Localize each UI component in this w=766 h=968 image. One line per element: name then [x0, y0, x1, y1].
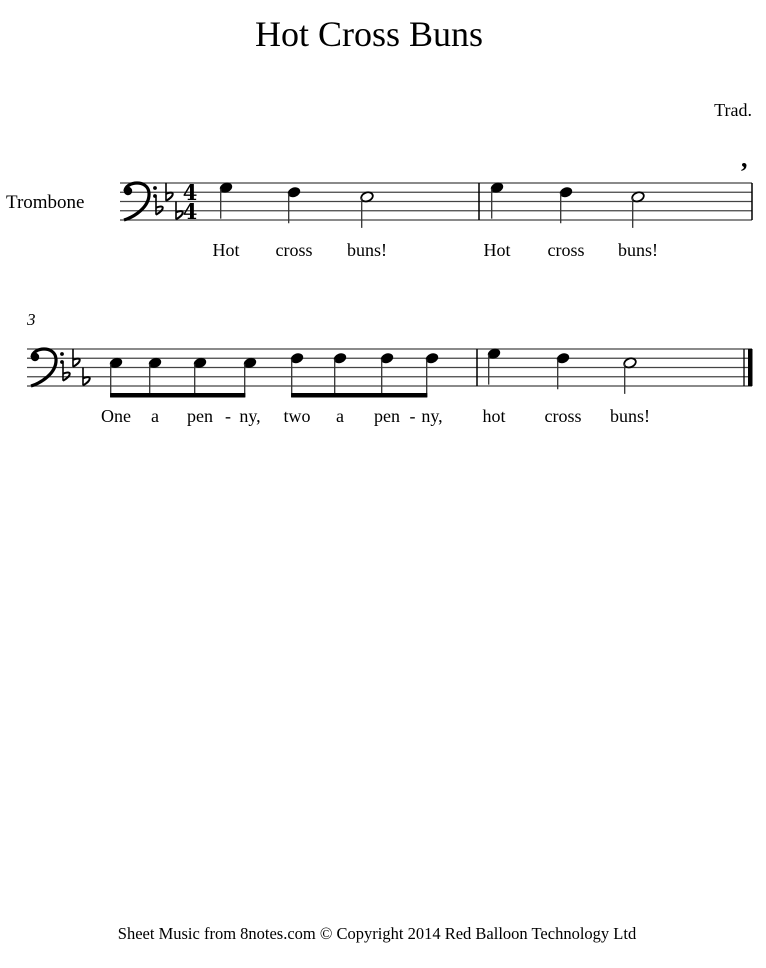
- lyric-hyphen: -: [225, 406, 231, 426]
- eighth-beam: [291, 393, 428, 398]
- lyric-syllable: ny,: [421, 406, 443, 426]
- staff-system-1: 𝄢44: [120, 180, 753, 228]
- lyric-syllable: pen: [187, 406, 213, 426]
- flat-icon: [72, 357, 81, 368]
- lyric-syllable: buns!: [347, 240, 387, 260]
- bass-clef-dot: [153, 186, 157, 190]
- final-barline-thick: [748, 349, 753, 386]
- lyric-syllable: pen: [374, 406, 400, 426]
- score-canvas: 𝄢44 𝄢: [27, 180, 753, 398]
- copyright-footer: Sheet Music from 8notes.com © Copyright …: [117, 924, 637, 943]
- lyric-syllable: ny,: [239, 406, 261, 426]
- lyric-syllable: cross: [547, 240, 585, 260]
- lyric-syllable: Hot: [483, 240, 511, 260]
- lyric-syllable: buns!: [610, 406, 650, 426]
- lyric-syllable: Hot: [212, 240, 240, 260]
- lyric-syllable: buns!: [618, 240, 658, 260]
- lyric-hyphen: -: [409, 406, 416, 426]
- lyric-syllable: a: [336, 406, 344, 426]
- bass-clef-head: [30, 352, 40, 362]
- lyric-syllable: One: [101, 406, 131, 426]
- lyric-syllable: hot: [482, 406, 506, 426]
- lyric-syllable: cross: [544, 406, 582, 426]
- flat-icon: [82, 376, 91, 387]
- flat-icon: [165, 191, 174, 202]
- bass-clef-dot: [60, 352, 64, 356]
- eighth-beam: [110, 393, 246, 398]
- lyric-syllable: two: [283, 406, 311, 426]
- time-signature-denominator: 4: [183, 199, 198, 224]
- bass-clef-head: [123, 186, 133, 196]
- lyric-syllable: a: [151, 406, 159, 426]
- lyric-syllable: cross: [275, 240, 313, 260]
- staff-system-2: 𝄢: [27, 347, 753, 398]
